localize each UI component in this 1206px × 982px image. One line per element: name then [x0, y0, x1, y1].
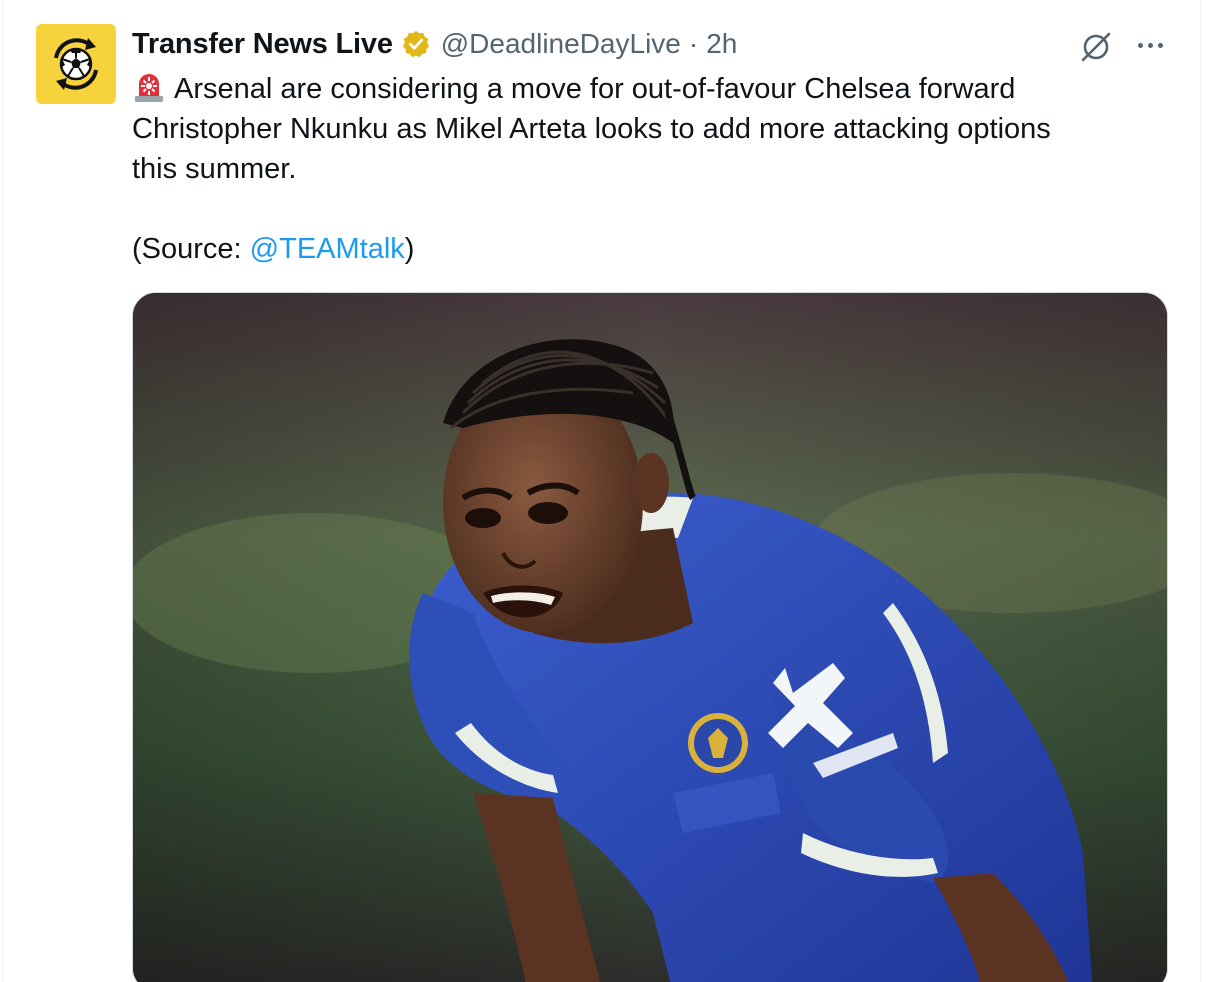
tweet-text-line1: Arsenal are considering a move for out-o… — [174, 73, 1016, 105]
tweet-text: Arsenal are considering a move for out-o… — [132, 69, 1142, 269]
author-handle[interactable]: @DeadlineDayLive — [441, 28, 681, 60]
source-suffix: ) — [404, 233, 415, 265]
header-separator: · — [688, 28, 699, 59]
more-icon[interactable] — [1130, 30, 1170, 60]
tweet-text-line2: Christopher Nkunku as Mikel Arteta looks… — [132, 113, 1051, 145]
source-mention-link[interactable]: @TEAMtalk — [250, 233, 405, 265]
grok-icon[interactable] — [1078, 28, 1114, 64]
gold-verified-icon[interactable] — [401, 29, 431, 59]
tweet-header: Transfer News Live @DeadlineDayLive · 2h — [132, 26, 1166, 62]
source-prefix: (Source: — [132, 233, 250, 265]
tweet-timestamp[interactable]: 2h — [706, 28, 737, 60]
author-display-name[interactable]: Transfer News Live — [132, 28, 393, 61]
siren-emoji — [135, 74, 163, 102]
tweet-source-line: (Source: @TEAMtalk) — [132, 229, 1142, 269]
tweet-text-line3: this summer. — [132, 153, 297, 185]
author-avatar[interactable] — [36, 24, 116, 104]
tweet-media-photo[interactable] — [132, 292, 1168, 982]
football-refresh-icon — [54, 38, 98, 90]
tweet-text-line: Arsenal are considering a move for out-o… — [132, 69, 1142, 109]
